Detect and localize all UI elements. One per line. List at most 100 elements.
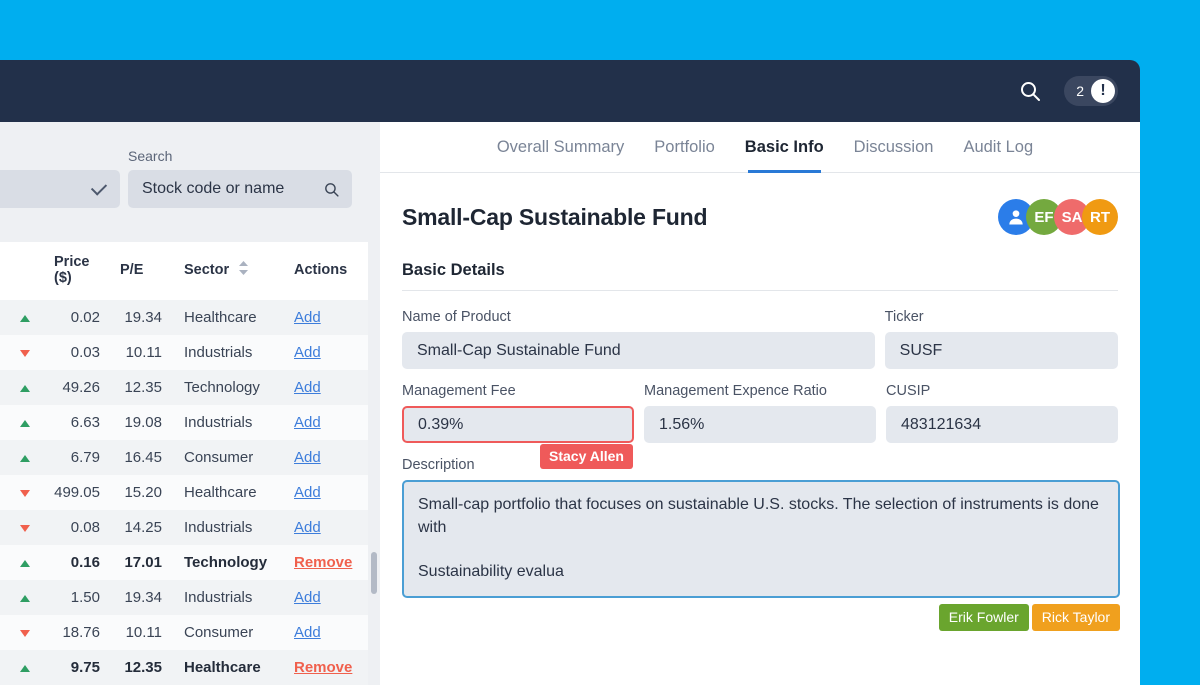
management-fee-label: Management Fee (402, 383, 516, 399)
notifications-button[interactable]: 2 ! (1064, 76, 1118, 106)
cell-sector: Consumer (162, 615, 272, 650)
cell-pe: 19.34 (100, 300, 162, 335)
stock-list-scrollbar-thumb[interactable] (371, 552, 377, 594)
tab-overall-summary[interactable]: Overall Summary (497, 122, 624, 173)
table-row[interactable]: 6.79 16.45 Consumer Add (0, 440, 368, 475)
expense-ratio-label: Management Expence Ratio (644, 383, 827, 399)
table-row[interactable]: 0.03 10.11 Industrials Add (0, 335, 368, 370)
table-row[interactable]: 499.05 15.20 Healthcare Add (0, 475, 368, 510)
add-link[interactable]: Add (294, 309, 321, 326)
cell-actions: Add (272, 335, 368, 370)
add-link[interactable]: Add (294, 589, 321, 606)
ticker-input[interactable]: SUSF (884, 332, 1118, 369)
cell-sector: Industrials (162, 405, 272, 440)
cell-actions: Add (272, 405, 368, 440)
add-link[interactable]: Add (294, 449, 321, 466)
cell-pe: 12.35 (100, 370, 162, 405)
cell-sector: Technology (162, 545, 272, 580)
search-icon[interactable] (1018, 79, 1042, 103)
workspace: Search Stock code or name Price ($) P/E … (0, 122, 1140, 685)
cell-actions: Remove (272, 650, 368, 685)
add-link[interactable]: Add (294, 414, 321, 431)
notifications-count: 2 (1076, 83, 1084, 99)
detail-header: Small-Cap Sustainable Fund EF SA RT (380, 173, 1140, 235)
col-pe[interactable]: P/E (100, 242, 162, 300)
table-row[interactable]: 0.08 14.25 Industrials Add (0, 510, 368, 545)
add-link[interactable]: Add (294, 379, 321, 396)
trend-up-icon (0, 370, 38, 405)
editing-user-tag: Stacy Allen (540, 444, 633, 469)
cell-price: 499.05 (38, 475, 100, 510)
form-row-2: Management Fee 0.39% Management Expence … (402, 383, 1118, 443)
cell-pe: 10.11 (100, 335, 162, 370)
col-actions: Actions (272, 242, 368, 300)
description-paragraph-2: Sustainability evalua (418, 563, 564, 581)
exchange-select[interactable] (0, 170, 120, 208)
sort-updown-icon[interactable] (239, 261, 249, 279)
add-link[interactable]: Add (294, 484, 321, 501)
cell-sector: Industrials (162, 335, 272, 370)
cell-pe: 17.01 (100, 545, 162, 580)
cell-price: 0.08 (38, 510, 100, 545)
stock-table-container: Price ($) P/E Sector Actions 0.02 19.34 … (0, 242, 380, 685)
trend-down-icon (0, 335, 38, 370)
search-icon (325, 182, 339, 197)
cell-sector: Industrials (162, 580, 272, 615)
cell-price: 18.76 (38, 615, 100, 650)
detail-tabs: Overall Summary Portfolio Basic Info Discus… (380, 122, 1140, 173)
ticker-field: Ticker SUSF (884, 309, 1118, 369)
trend-up-icon (0, 580, 38, 615)
stock-list-scrollbar[interactable] (368, 242, 380, 685)
cusip-input[interactable]: 483121634 (886, 406, 1118, 443)
tab-portfolio[interactable]: Portfolio (654, 122, 715, 173)
tab-audit-log[interactable]: Audit Log (963, 122, 1033, 173)
table-row[interactable]: 18.76 10.11 Consumer Add (0, 615, 368, 650)
tab-discussion[interactable]: Discussion (854, 122, 934, 173)
table-row[interactable]: 0.02 19.34 Healthcare Add (0, 300, 368, 335)
remove-link[interactable]: Remove (294, 554, 352, 571)
collaborator-badges: Erik Fowler Rick Taylor (402, 604, 1120, 631)
management-fee-input[interactable]: 0.39% (402, 406, 634, 443)
col-sector-label: Sector (184, 261, 230, 278)
tab-basic-info[interactable]: Basic Info (745, 122, 824, 173)
add-link[interactable]: Add (294, 624, 321, 641)
avatar-rt[interactable]: RT (1082, 199, 1118, 235)
expense-ratio-input[interactable]: 1.56% (644, 406, 876, 443)
add-link[interactable]: Add (294, 519, 321, 536)
stock-table: Price ($) P/E Sector Actions 0.02 19.34 … (0, 242, 368, 685)
table-row[interactable]: 6.63 19.08 Industrials Add (0, 405, 368, 440)
col-price[interactable]: Price ($) (38, 242, 100, 300)
description-textarea[interactable]: Small-cap portfolio that focuses on sust… (402, 480, 1120, 598)
trend-down-icon (0, 615, 38, 650)
name-of-product-input[interactable]: Small-Cap Sustainable Fund (402, 332, 875, 369)
cell-actions: Add (272, 510, 368, 545)
section-heading: Basic Details (402, 261, 505, 279)
cusip-field: CUSIP 483121634 (886, 383, 1118, 443)
cell-price: 0.02 (38, 300, 100, 335)
cell-pe: 10.11 (100, 615, 162, 650)
cell-pe: 12.35 (100, 650, 162, 685)
col-sector[interactable]: Sector (162, 242, 272, 300)
search-input[interactable]: Stock code or name (128, 170, 352, 208)
cell-pe: 19.08 (100, 405, 162, 440)
trend-up-icon (0, 300, 38, 335)
cell-sector: Healthcare (162, 650, 272, 685)
table-row[interactable]: 9.75 12.35 Healthcare Remove (0, 650, 368, 685)
name-of-product-label: Name of Product (402, 309, 511, 325)
remove-link[interactable]: Remove (294, 659, 352, 676)
table-row[interactable]: 0.16 17.01 Technology Remove (0, 545, 368, 580)
management-fee-field: Management Fee 0.39% (402, 383, 634, 443)
cell-actions: Add (272, 370, 368, 405)
chevron-down-icon (90, 178, 108, 196)
cell-sector: Healthcare (162, 475, 272, 510)
table-row[interactable]: 1.50 19.34 Industrials Add (0, 580, 368, 615)
add-link[interactable]: Add (294, 344, 321, 361)
trend-up-icon (0, 650, 38, 685)
detail-panel: Overall Summary Portfolio Basic Info Discus… (380, 122, 1140, 685)
table-row[interactable]: 49.26 12.35 Technology Add (0, 370, 368, 405)
cell-actions: Add (272, 300, 368, 335)
person-icon (1009, 210, 1023, 225)
application-window: 2 ! Search Stock code or name Price ($) … (0, 60, 1140, 685)
cell-price: 49.26 (38, 370, 100, 405)
cell-pe: 16.45 (100, 440, 162, 475)
